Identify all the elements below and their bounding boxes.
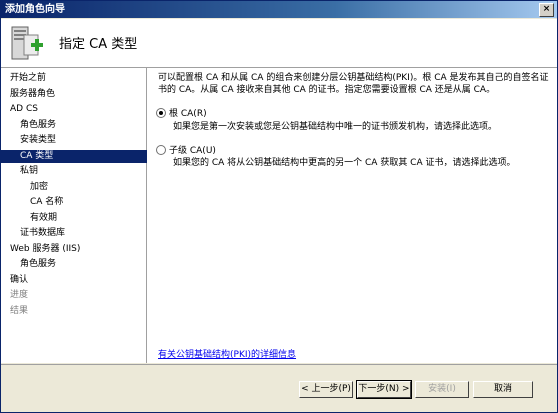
subordinate-ca-description: 如果您的 CA 将从公钥基础结构中更高的另一个 CA 获取其 CA 证书，请选择…: [173, 158, 516, 168]
sidebar-item[interactable]: AD CS: [1, 103, 38, 116]
sidebar-item[interactable]: 进度: [1, 289, 28, 302]
server-role-icon: [11, 26, 43, 60]
sidebar-item[interactable]: 结果: [1, 305, 28, 318]
sidebar-item[interactable]: CA 类型: [1, 149, 165, 163]
sidebar-item[interactable]: 有效期: [1, 212, 57, 225]
intro-text: 可以配置根 CA 和从属 CA 的组合来创建分层公钥基础结构(PKI)。根 CA…: [158, 73, 549, 95]
sidebar-item[interactable]: CA 名称: [1, 196, 63, 209]
sidebar-item[interactable]: 开始之前: [1, 72, 46, 85]
sidebar-item[interactable]: Web 服务器 (IIS): [1, 243, 80, 256]
wizard-header: 指定 CA 类型: [1, 19, 557, 68]
sidebar-item[interactable]: 安装类型: [1, 134, 56, 147]
sidebar-item[interactable]: 角色服务: [1, 258, 56, 271]
install-button[interactable]: 安装(I): [415, 381, 469, 398]
sidebar-item[interactable]: 私钥: [1, 165, 38, 178]
close-button[interactable]: ×: [539, 3, 554, 17]
root-ca-option[interactable]: 根 CA(R): [156, 106, 207, 119]
next-button[interactable]: 下一步(N) >: [356, 380, 412, 399]
footer-divider: [1, 364, 557, 365]
main-content: 可以配置根 CA 和从属 CA 的组合来创建分层公钥基础结构(PKI)。根 CA…: [147, 68, 557, 363]
cancel-button[interactable]: 取消: [473, 381, 533, 398]
title-bar[interactable]: 添加角色向导 ×: [1, 1, 557, 18]
close-icon: ×: [542, 4, 551, 14]
root-ca-radio[interactable]: [156, 107, 166, 118]
root-ca-label[interactable]: 根 CA(R): [169, 109, 207, 119]
previous-button[interactable]: < 上一步(P): [299, 381, 353, 398]
subordinate-ca-radio[interactable]: [156, 144, 166, 155]
root-ca-description: 如果您是第一次安装或您是公钥基础结构中唯一的证书颁发机构，请选择此选项。: [173, 122, 498, 132]
sidebar-item[interactable]: 确认: [1, 274, 28, 287]
wizard-steps-sidebar: 开始之前 服务器角色 AD CS 角色服务 安装类型 CA 类型 私钥 加密 CA 名称 有效期证…: [1, 68, 165, 363]
wizard-window: 添加角色向导 × 指定 CA 类型 开始之前 服务器角色 AD CS 角色服务 安装类型…: [0, 0, 558, 413]
page-title: 指定 CA 类型: [59, 37, 138, 52]
sidebar-item[interactable]: 证书数据库: [1, 227, 65, 240]
sidebar-item[interactable]: 加密: [1, 181, 48, 194]
sidebar-item[interactable]: 服务器角色: [1, 88, 55, 101]
window-title: 添加角色向导: [5, 4, 65, 15]
pki-info-link[interactable]: 有关公钥基础结构(PKI)的详细信息: [158, 347, 296, 360]
sidebar-item[interactable]: 角色服务: [1, 119, 56, 132]
